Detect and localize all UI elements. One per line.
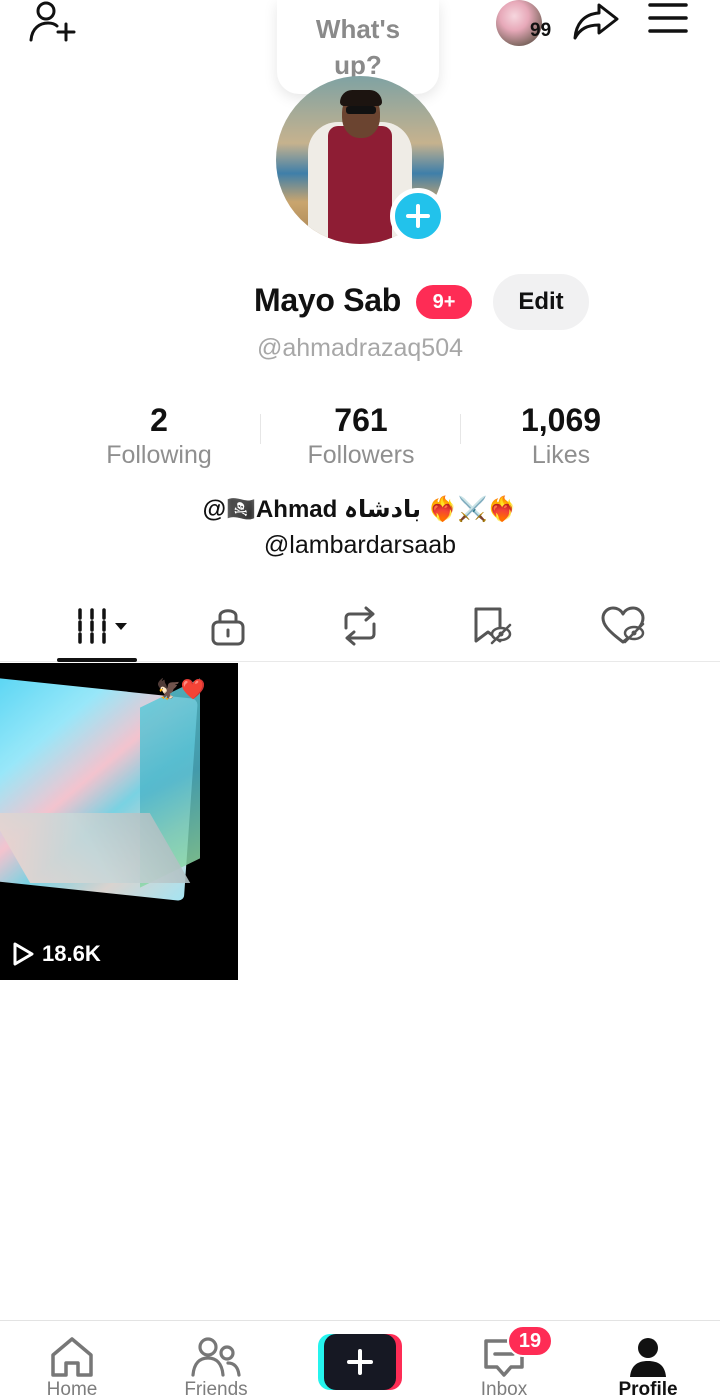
stat-label: Likes bbox=[531, 441, 591, 469]
add-story-button[interactable] bbox=[390, 188, 446, 244]
nav-friends-label: Friends bbox=[184, 1379, 248, 1396]
stat-value: 2 bbox=[150, 402, 168, 438]
friends-icon bbox=[191, 1337, 241, 1377]
nav-friends[interactable]: Friends bbox=[144, 1321, 288, 1396]
notification-badge[interactable]: 9+ bbox=[416, 285, 472, 319]
active-tab-indicator bbox=[57, 658, 137, 662]
stat-followers[interactable]: 761 Followers bbox=[261, 400, 461, 470]
view-count: 18.6K bbox=[12, 941, 101, 967]
tab-videos[interactable] bbox=[30, 590, 174, 662]
stat-label: Followers bbox=[307, 441, 415, 469]
tile-emoji: 🦅❤️ bbox=[156, 679, 206, 701]
stat-value: 1,069 bbox=[520, 402, 602, 438]
grid-videos-icon bbox=[78, 608, 127, 644]
avatar-hair bbox=[340, 90, 382, 106]
tab-favorites[interactable] bbox=[420, 590, 564, 662]
repost-icon bbox=[344, 606, 376, 646]
tab-reposts[interactable] bbox=[288, 590, 432, 662]
nav-home-label: Home bbox=[46, 1379, 98, 1396]
tab-private[interactable] bbox=[156, 590, 300, 662]
inbox-badge: 19 bbox=[507, 1325, 553, 1357]
edit-profile-button[interactable]: Edit bbox=[493, 274, 589, 330]
profile-icon bbox=[630, 1338, 666, 1377]
profile-name: Mayo Sab bbox=[254, 282, 401, 318]
plus-icon bbox=[347, 1349, 373, 1375]
nav-inbox[interactable]: Inbox bbox=[432, 1321, 576, 1396]
liked-hidden-icon bbox=[601, 606, 645, 644]
stat-label: Following bbox=[106, 441, 212, 469]
stat-following[interactable]: 2 Following bbox=[59, 400, 259, 470]
bookmark-hidden-icon bbox=[474, 607, 512, 645]
nav-profile[interactable]: Profile bbox=[576, 1321, 720, 1396]
note-text: What's up? bbox=[315, 14, 401, 80]
story-count: 99 bbox=[530, 20, 552, 41]
share-icon[interactable] bbox=[570, 0, 622, 42]
create-button[interactable] bbox=[318, 1334, 402, 1390]
stat-likes[interactable]: 1,069 Likes bbox=[461, 400, 661, 470]
bio-line-1: @🏴‍☠️Ahmad بادشاہ ❤️‍🔥⚔️❤️‍🔥 bbox=[202, 496, 518, 523]
stat-value: 761 bbox=[334, 402, 388, 438]
video-thumbnail[interactable]: 🦅❤️ 18.6K bbox=[0, 663, 238, 980]
avatar-glasses bbox=[346, 106, 376, 114]
nav-profile-label: Profile bbox=[618, 1379, 678, 1396]
bottom-navigation: Home Friends Inbox Profile bbox=[0, 1320, 720, 1396]
bio-line-2[interactable]: @lambardarsaab bbox=[0, 528, 720, 562]
menu-icon[interactable] bbox=[646, 0, 690, 36]
play-icon bbox=[13, 942, 34, 966]
view-count-text: 18.6K bbox=[42, 941, 101, 966]
profile-handle: @ahmadrazaq504 bbox=[256, 334, 464, 362]
avatar-vest bbox=[328, 126, 392, 244]
home-icon bbox=[51, 1337, 93, 1377]
add-friend-icon[interactable] bbox=[24, 0, 80, 44]
nav-home[interactable]: Home bbox=[0, 1321, 144, 1396]
tab-liked[interactable] bbox=[552, 590, 696, 662]
nav-inbox-label: Inbox bbox=[480, 1379, 528, 1396]
name-row: Mayo Sab 9+ Edit bbox=[0, 274, 720, 330]
content-tabs bbox=[0, 590, 720, 662]
stats-row: 2 Following 761 Followers 1,069 Likes bbox=[0, 400, 720, 474]
lock-icon bbox=[211, 609, 245, 646]
create-button-core bbox=[324, 1334, 396, 1390]
plus-icon bbox=[406, 204, 430, 228]
